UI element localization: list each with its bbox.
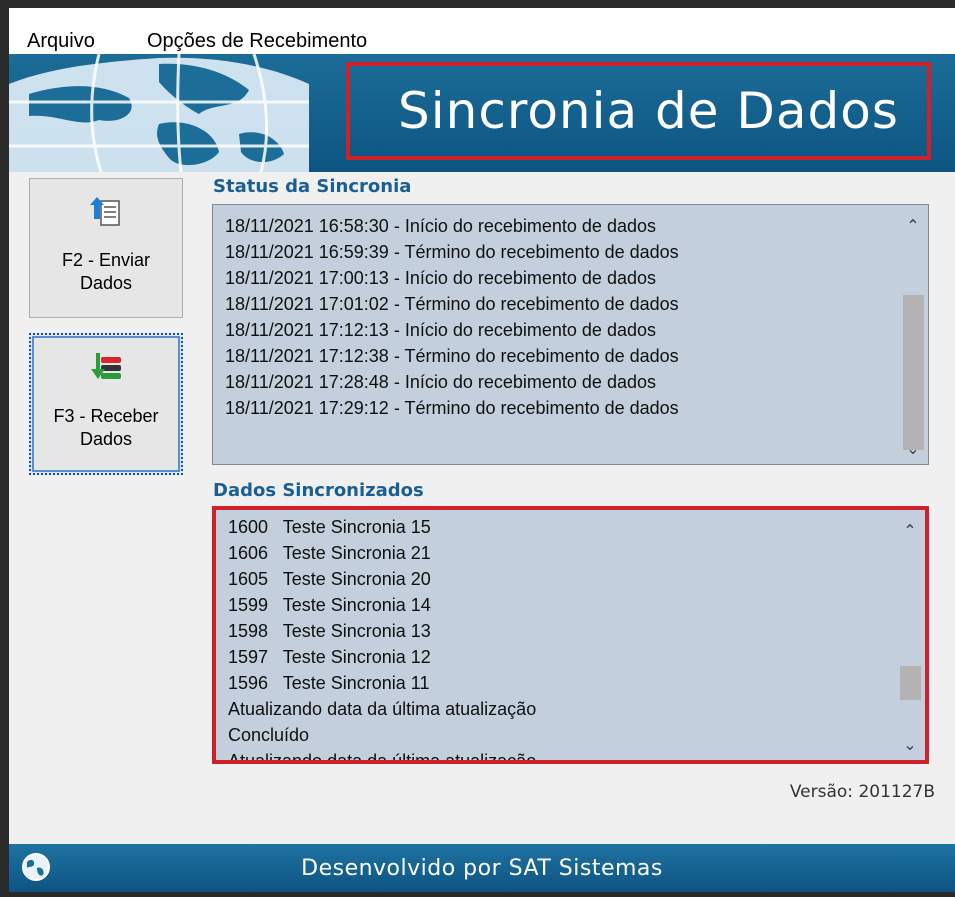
list-item: 18/11/2021 17:01:02 - Término do recebim… <box>225 294 679 314</box>
synced-scroll-thumb[interactable] <box>900 666 921 700</box>
list-item: 1599 Teste Sincronia 14 <box>228 595 431 615</box>
synced-data-lines: 1600 Teste Sincronia 15 1606 Teste Sincro… <box>228 514 889 764</box>
receive-button-label-2: Dados <box>79 429 133 449</box>
menu-bar: Arquivo Opções de Recebimento <box>9 8 955 54</box>
status-scrollbar[interactable]: ⌃ ⌄ <box>898 205 928 464</box>
list-item: 18/11/2021 17:28:48 - Início do recebime… <box>225 372 656 392</box>
list-item: 1598 Teste Sincronia 13 <box>228 621 431 641</box>
globe-grid-icon <box>9 54 309 172</box>
app-title: Sincronia de Dados <box>398 82 899 140</box>
list-item: 1600 Teste Sincronia 15 <box>228 517 431 537</box>
send-data-button[interactable]: F2 - Enviar Dados <box>29 178 183 318</box>
app-window: Arquivo Opções de Recebimento Sincronia … <box>9 8 955 892</box>
send-button-label-2: Dados <box>79 273 133 293</box>
status-scroll-thumb[interactable] <box>903 295 924 450</box>
list-item: Atualizando data da última atualização <box>228 699 537 719</box>
list-item: 1606 Teste Sincronia 21 <box>228 543 431 563</box>
scroll-up-icon[interactable]: ⌃ <box>898 211 928 239</box>
receive-data-button[interactable]: F3 - Receber Dados <box>29 333 183 475</box>
list-item: 18/11/2021 17:00:13 - Início do recebime… <box>225 268 656 288</box>
status-log-lines: 18/11/2021 16:58:30 - Início do recebime… <box>225 213 892 421</box>
list-item: Atualizando data da última atualização <box>228 751 537 764</box>
list-item: 1597 Teste Sincronia 12 <box>228 647 431 667</box>
receive-button-label-1: F3 - Receber <box>53 406 159 426</box>
synced-data-list[interactable]: 1600 Teste Sincronia 15 1606 Teste Sincro… <box>212 506 929 764</box>
status-section-label: Status da Sincronia <box>213 176 412 197</box>
list-item: 1596 Teste Sincronia 11 <box>228 673 430 693</box>
status-log-list[interactable]: 18/11/2021 16:58:30 - Início do recebime… <box>212 204 929 465</box>
send-button-label-1: F2 - Enviar <box>61 250 151 270</box>
download-database-icon <box>89 351 123 391</box>
scroll-down-icon[interactable]: ⌄ <box>895 730 925 758</box>
list-item: 18/11/2021 17:12:38 - Término do recebim… <box>225 346 679 366</box>
footer-bar: Desenvolvido por SAT Sistemas <box>9 844 955 892</box>
list-item: 18/11/2021 16:59:39 - Término do recebim… <box>225 242 679 262</box>
list-item: Concluído <box>228 725 310 745</box>
menu-opcoes-recebimento[interactable]: Opções de Recebimento <box>147 30 367 53</box>
title-highlight-box: Sincronia de Dados <box>346 62 931 160</box>
list-item: 18/11/2021 16:58:30 - Início do recebime… <box>225 216 656 236</box>
synced-scrollbar[interactable]: ⌃ ⌄ <box>895 510 925 760</box>
footer-credit: Desenvolvido por SAT Sistemas <box>301 855 663 881</box>
version-label: Versão: 201127B <box>789 782 935 802</box>
upload-document-icon <box>89 195 123 235</box>
list-item: 18/11/2021 17:12:13 - Início do recebime… <box>225 320 656 340</box>
menu-arquivo[interactable]: Arquivo <box>27 30 95 53</box>
list-item: 18/11/2021 17:29:12 - Término do recebim… <box>225 398 679 418</box>
header-banner: Sincronia de Dados <box>9 54 955 172</box>
scroll-down-icon[interactable]: ⌄ <box>898 434 928 462</box>
globe-icon <box>22 853 50 881</box>
scroll-up-icon[interactable]: ⌃ <box>895 516 925 544</box>
synced-section-label: Dados Sincronizados <box>213 480 424 501</box>
list-item: 1605 Teste Sincronia 20 <box>228 569 431 589</box>
